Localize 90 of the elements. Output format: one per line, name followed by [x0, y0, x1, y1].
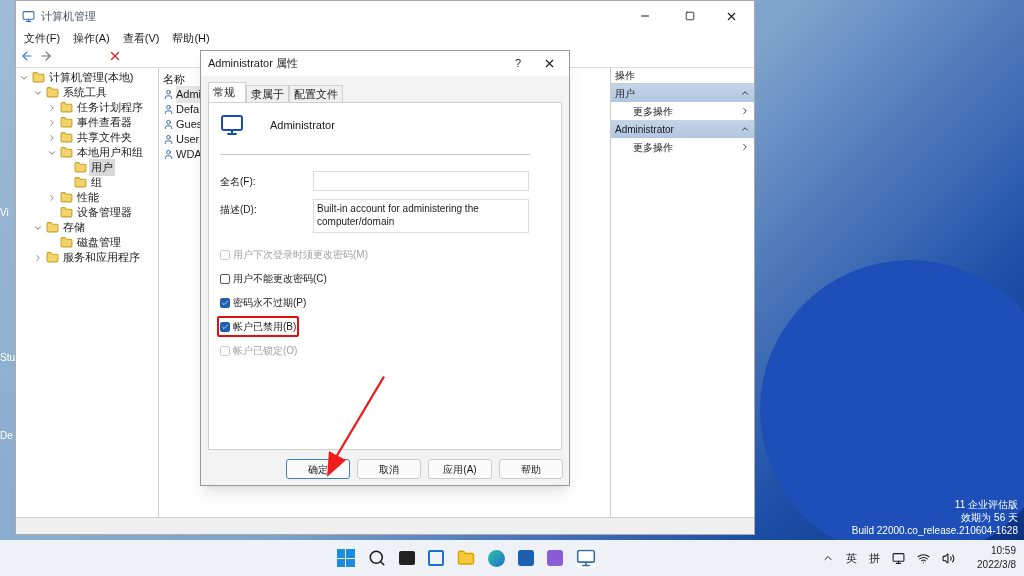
tree-item[interactable]: 本地用户和组 [75, 144, 145, 161]
user-name: Administrator [270, 117, 335, 133]
forward-icon[interactable] [39, 49, 53, 63]
dialog-button[interactable]: 取消 [357, 459, 421, 479]
tab[interactable]: 隶属于 [246, 85, 289, 102]
folder-icon [60, 131, 73, 144]
browser-icon[interactable] [487, 549, 505, 567]
menu-item[interactable]: 查看(V) [122, 29, 160, 47]
checkbox-label: 用户不能更改密码(C) [233, 272, 327, 286]
menu-item[interactable]: 帮助(H) [172, 29, 210, 47]
folder-icon [60, 236, 73, 249]
dialog-button[interactable]: 应用(A) [428, 459, 492, 479]
tree-item[interactable]: 存储 [61, 219, 87, 236]
menu-item[interactable]: 操作(A) [73, 29, 110, 47]
folder-icon [60, 206, 73, 219]
user-icon [163, 149, 174, 160]
folder-icon [46, 86, 59, 99]
checkbox-label: 帐户已禁用(B) [233, 320, 297, 334]
folder-icon [74, 161, 87, 174]
text-field[interactable] [313, 171, 529, 191]
list-row[interactable]: User [176, 131, 200, 148]
list-row[interactable]: Defa [176, 101, 200, 118]
action-item[interactable]: 更多操作 [611, 138, 754, 156]
checkbox-label: 密码永不过期(P) [233, 296, 307, 310]
checkbox[interactable] [220, 273, 230, 284]
dialog-button[interactable]: 帮助 [499, 459, 563, 479]
tree-item[interactable]: 磁盘管理 [75, 234, 123, 251]
edition-text: 11 企业评估版 [954, 498, 1018, 511]
field-label: 全名(F): [220, 175, 257, 189]
tree-item[interactable]: 性能 [75, 189, 101, 206]
speaker-icon[interactable] [942, 551, 956, 565]
checkbox[interactable] [220, 297, 230, 308]
maximize-icon[interactable] [685, 11, 695, 21]
clock-time[interactable]: 10:59 [990, 544, 1016, 558]
tree-item[interactable]: 用户 [89, 159, 115, 176]
monitor-icon[interactable] [892, 551, 906, 565]
folder-icon [74, 176, 87, 189]
menu-item[interactable]: 文件(F) [24, 29, 61, 47]
list-row[interactable]: WDA [176, 146, 202, 163]
tree-item[interactable]: 事件查看器 [75, 114, 134, 131]
folder-icon [60, 116, 73, 129]
text-field[interactable]: Built-in account for administering the computer/domain [313, 199, 529, 233]
input-indicator[interactable]: 拼 [869, 549, 881, 567]
tree-item[interactable]: 服务和应用程序 [61, 249, 142, 266]
edition-text: Build 22000.co_release.210604-1628 [851, 524, 1018, 537]
app-icon[interactable] [546, 550, 563, 566]
dialog-title: Administrator 属性 [208, 56, 299, 72]
user-icon [163, 119, 174, 130]
folder-icon [60, 191, 73, 204]
tree-item[interactable]: 任务计划程序 [75, 99, 145, 116]
close-icon[interactable] [543, 57, 556, 70]
checkbox-label: 用户下次登录时须更改密码(M) [233, 248, 368, 262]
delete-icon[interactable] [108, 49, 122, 63]
tab[interactable]: 常规 [208, 82, 246, 102]
input-indicator[interactable]: 英 [846, 549, 858, 567]
checkbox[interactable] [220, 321, 230, 332]
folder-icon [46, 221, 59, 234]
folder-icon [32, 71, 45, 84]
computer-icon[interactable] [575, 548, 596, 568]
folder-icon [46, 251, 59, 264]
user-computer-icon [220, 113, 244, 137]
tree-item[interactable]: 计算机管理(本地) [47, 69, 136, 86]
user-icon [163, 104, 174, 115]
folder-icon [60, 101, 73, 114]
tree-item[interactable]: 设备管理器 [75, 204, 134, 221]
actions-section-header[interactable]: Administrator [611, 120, 754, 138]
back-icon[interactable] [20, 49, 34, 63]
start-icon[interactable] [336, 549, 355, 567]
search-icon[interactable] [367, 549, 386, 567]
action-item[interactable]: 更多操作 [611, 102, 754, 120]
user-icon [163, 134, 174, 145]
clock-date[interactable]: 2022/3/8 [977, 558, 1016, 572]
list-row[interactable]: Admi [176, 86, 202, 103]
app-icon [22, 9, 35, 23]
tree-item[interactable]: 组 [89, 174, 104, 191]
field-label: 描述(D): [220, 203, 258, 217]
window-title: 计算机管理 [41, 8, 96, 24]
user-icon [163, 89, 174, 100]
network-icon[interactable] [917, 551, 931, 565]
widgets-icon[interactable] [427, 550, 444, 566]
checkbox-label: 帐户已锁定(O) [233, 344, 298, 358]
task-view-icon[interactable] [398, 551, 415, 565]
tree-item[interactable]: 共享文件夹 [75, 129, 134, 146]
actions-section-header[interactable]: 用户 [611, 84, 754, 102]
folder-icon [60, 146, 73, 159]
tree-item[interactable]: 系统工具 [61, 84, 109, 101]
edition-text: 效期为 56 天 [961, 511, 1018, 524]
tab[interactable]: 配置文件 [289, 85, 343, 102]
store-icon[interactable] [517, 550, 534, 566]
help-button[interactable]: ? [508, 55, 528, 72]
